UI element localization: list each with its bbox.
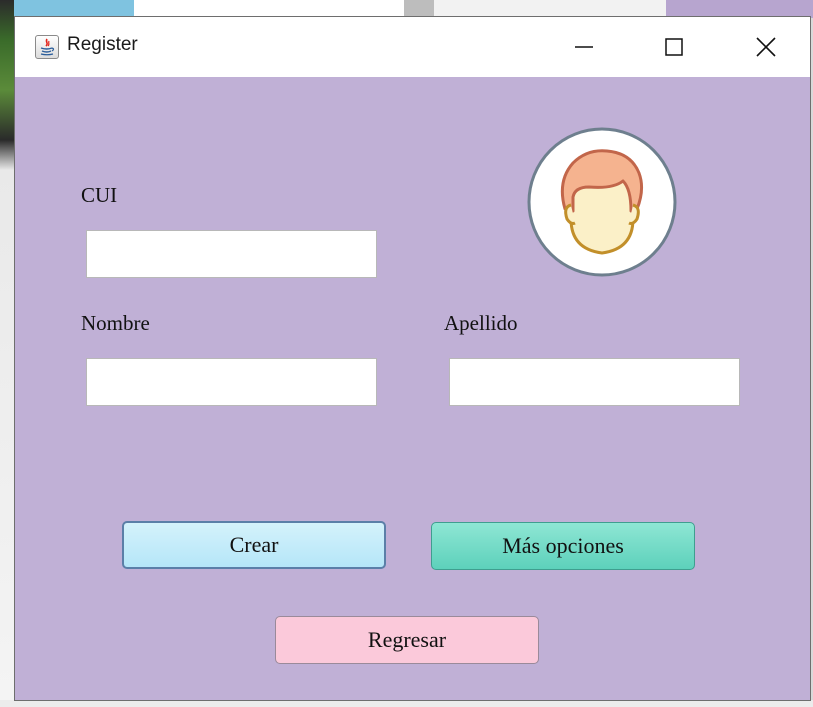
- background-window-edge: [0, 0, 14, 707]
- window-title: Register: [67, 34, 138, 55]
- nombre-input[interactable]: [86, 358, 377, 406]
- maximize-icon: [665, 38, 683, 56]
- maximize-button[interactable]: [654, 27, 694, 67]
- mas-opciones-button[interactable]: Más opciones: [431, 522, 695, 570]
- java-icon: [35, 35, 59, 59]
- user-avatar-icon: [527, 127, 677, 277]
- apellido-label: Apellido: [444, 311, 518, 335]
- cui-label: CUI: [81, 183, 118, 207]
- register-window: Register CUI Nombre Apellido Crear Más o…: [14, 16, 811, 701]
- apellido-input[interactable]: [449, 358, 740, 406]
- close-icon: [756, 37, 776, 57]
- crear-button[interactable]: Crear: [122, 521, 386, 569]
- background-bottom-strip: [0, 700, 813, 707]
- minimize-icon: [575, 46, 593, 48]
- nombre-label: Nombre: [81, 311, 150, 335]
- title-bar[interactable]: Register: [15, 17, 810, 77]
- minimize-button[interactable]: [564, 27, 604, 67]
- cui-input[interactable]: [86, 230, 377, 278]
- desktop-background: Register CUI Nombre Apellido Crear Más o…: [0, 0, 813, 707]
- regresar-button[interactable]: Regresar: [275, 616, 539, 664]
- close-button[interactable]: [746, 27, 786, 67]
